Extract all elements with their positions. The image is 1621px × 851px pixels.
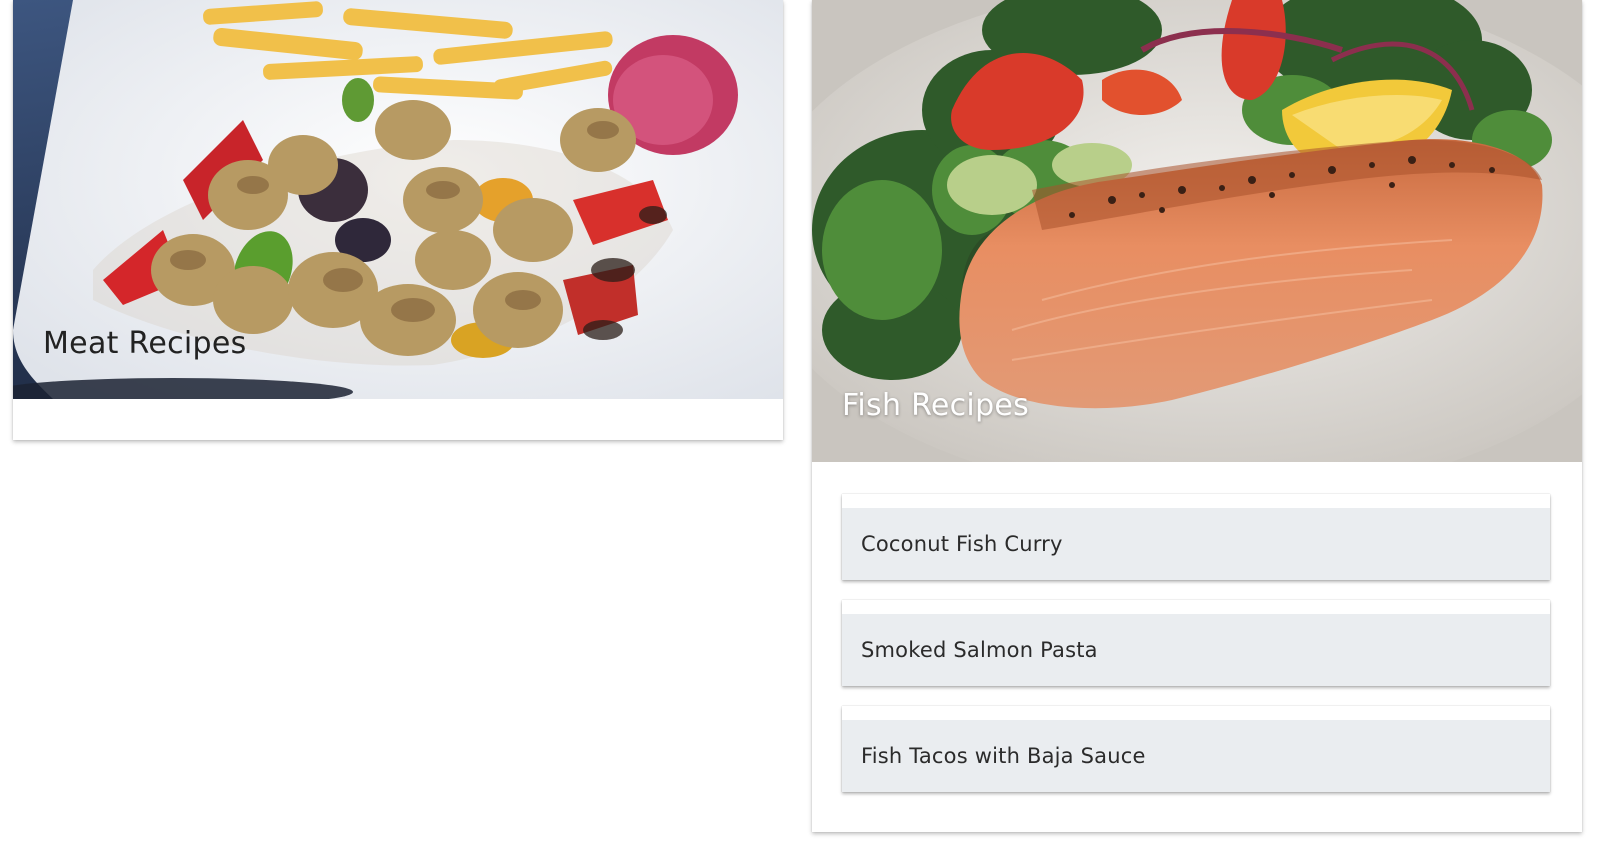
recipe-item-body: Fish Tacos with Baja Sauce (842, 720, 1550, 792)
meat-recipes-title: Meat Recipes (43, 326, 247, 361)
fish-recipes-image[interactable]: Fish Recipes (812, 0, 1582, 462)
recipe-item-body: Coconut Fish Curry (842, 508, 1550, 580)
recipe-item-label: Smoked Salmon Pasta (861, 638, 1098, 662)
fish-recipe-list: Coconut Fish Curry Smoked Salmon Pasta F… (842, 494, 1550, 792)
fish-recipes-title: Fish Recipes (842, 388, 1030, 423)
recipe-item-smoked-salmon-pasta[interactable]: Smoked Salmon Pasta (842, 600, 1550, 686)
meat-recipes-card[interactable]: Meat Recipes (13, 0, 783, 440)
recipe-item-body: Smoked Salmon Pasta (842, 614, 1550, 686)
meat-recipes-image[interactable]: Meat Recipes (13, 0, 783, 399)
recipe-item-label: Fish Tacos with Baja Sauce (861, 744, 1146, 768)
recipe-item-label: Coconut Fish Curry (861, 532, 1063, 556)
fish-recipes-card: Fish Recipes Coconut Fish Curry Smoked S… (812, 0, 1582, 832)
recipe-item-fish-tacos[interactable]: Fish Tacos with Baja Sauce (842, 706, 1550, 792)
recipe-item-coconut-fish-curry[interactable]: Coconut Fish Curry (842, 494, 1550, 580)
